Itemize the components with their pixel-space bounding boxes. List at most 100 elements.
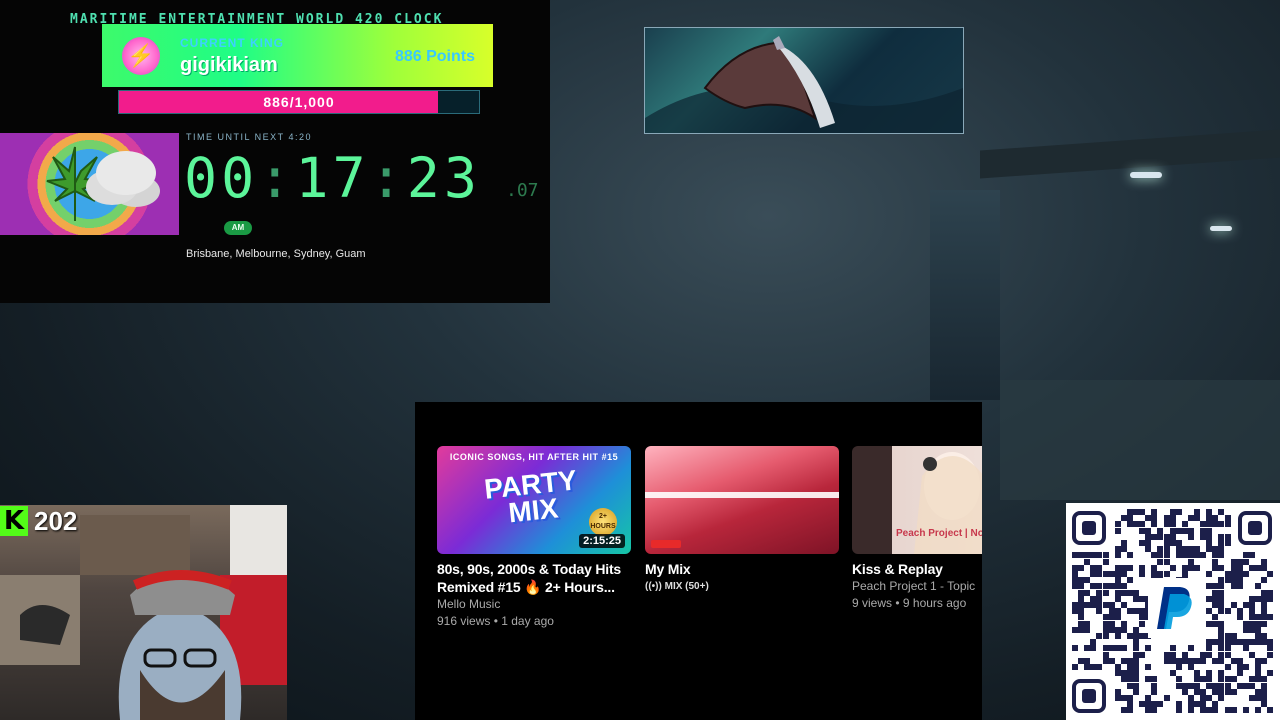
qr-module [1096, 602, 1103, 608]
qr-module [1236, 564, 1243, 571]
qr-module [1175, 540, 1182, 546]
qr-module [1206, 639, 1213, 646]
video-thumbnail[interactable]: ICONIC SONGS, HIT AFTER HIT #15 PARTY MI… [437, 446, 631, 554]
qr-module [1120, 707, 1127, 714]
qr-module [1267, 589, 1274, 596]
video-card[interactable]: ICONIC SONGS, HIT AFTER HIT #15 PARTY MI… [437, 446, 631, 630]
qr-module [1096, 583, 1103, 590]
qr-module [1242, 626, 1249, 633]
qr-module [1218, 682, 1225, 689]
channel-name[interactable]: Mello Music [437, 596, 631, 613]
qr-module [1206, 608, 1213, 615]
qr-module [1096, 664, 1103, 670]
video-title[interactable]: My Mix [645, 560, 839, 578]
qr-module [1187, 701, 1194, 708]
qr-module [1102, 645, 1109, 652]
qr-module [1187, 645, 1194, 652]
qr-module [1224, 540, 1231, 546]
qr-module [1133, 589, 1139, 596]
qr-module [1218, 639, 1225, 646]
mix-count: MIX (50+) [664, 581, 709, 592]
qr-module [1224, 633, 1231, 639]
qr-module [1169, 533, 1176, 540]
qr-module [1261, 676, 1268, 683]
qr-module [1078, 552, 1085, 559]
qr-module [1248, 614, 1255, 621]
qr-module [1169, 564, 1176, 571]
qr-module [1114, 614, 1121, 621]
qr-module [1224, 682, 1231, 689]
qr-module [1126, 664, 1133, 670]
qr-module [1120, 602, 1127, 608]
qr-module [1218, 695, 1225, 701]
qr-module [1151, 564, 1158, 571]
qr-module [1261, 577, 1268, 584]
qr-module [1212, 614, 1219, 621]
qr-module [1126, 608, 1133, 615]
video-card[interactable]: Peach Project | Not In A Kiss & Replay P… [852, 446, 982, 612]
qr-module [1072, 583, 1078, 590]
qr-module [1224, 651, 1231, 658]
qr-module [1151, 515, 1158, 522]
qr-module [1120, 626, 1127, 633]
qr-module [1163, 695, 1170, 701]
qr-module [1139, 620, 1146, 627]
thumb-big-text: PARTY MIX [482, 464, 579, 529]
qr-module [1078, 602, 1085, 608]
qr-module [1084, 620, 1091, 627]
countdown-hours: 00 [184, 146, 259, 210]
qr-module [1206, 620, 1213, 627]
qr-module [1139, 527, 1146, 534]
qr-module [1163, 651, 1170, 658]
thumb-text: Peach Project | Not In A [896, 528, 982, 539]
qr-module [1133, 639, 1139, 646]
qr-module [1078, 583, 1085, 590]
qr-module [1230, 639, 1237, 646]
qr-module [1114, 564, 1121, 571]
qr-module [1242, 639, 1249, 646]
paypal-qr-code[interactable] [1066, 503, 1280, 720]
qr-module [1187, 657, 1194, 664]
qr-module [1230, 676, 1237, 683]
hours-badge: 2+ HOURS [589, 508, 617, 536]
video-thumbnail[interactable] [645, 446, 839, 554]
qr-module [1242, 664, 1249, 670]
qr-module [1267, 707, 1274, 714]
qr-module [1120, 571, 1127, 577]
qr-module [1224, 645, 1231, 652]
qr-module [1218, 651, 1225, 658]
qr-module [1261, 633, 1268, 639]
qr-module [1267, 645, 1274, 652]
qr-module [1212, 583, 1219, 590]
qr-module [1212, 682, 1219, 689]
qr-module [1267, 595, 1274, 602]
qr-module [1248, 651, 1255, 658]
qr-module [1206, 527, 1213, 534]
qr-module [1200, 695, 1207, 701]
qr-module [1126, 589, 1133, 596]
qr-module [1114, 633, 1121, 639]
qr-module [1218, 533, 1225, 540]
qr-module [1261, 558, 1268, 565]
qr-module [1126, 509, 1133, 515]
video-card[interactable]: My Mix ((•)) MIX (50+) [645, 446, 839, 595]
qr-module [1224, 515, 1231, 522]
qr-module [1139, 595, 1146, 602]
qr-module [1206, 682, 1213, 689]
qr-module [1120, 657, 1127, 664]
qr-module [1090, 595, 1097, 602]
qr-module [1181, 688, 1188, 695]
qr-module [1102, 657, 1109, 664]
video-title[interactable]: Kiss & Replay [852, 560, 982, 578]
qr-module [1248, 626, 1255, 633]
video-title[interactable]: 80s, 90s, 2000s & Today Hits Remixed #15 … [437, 560, 631, 596]
channel-name[interactable]: Peach Project 1 - Topic [852, 578, 982, 595]
qr-module [1230, 633, 1237, 639]
qr-module [1181, 552, 1188, 559]
qr-module [1200, 701, 1207, 708]
video-thumbnail[interactable]: Peach Project | Not In A [852, 446, 982, 554]
qr-module [1120, 564, 1127, 571]
qr-module [1169, 509, 1176, 515]
qr-module [1218, 620, 1225, 627]
qr-module [1224, 533, 1231, 540]
